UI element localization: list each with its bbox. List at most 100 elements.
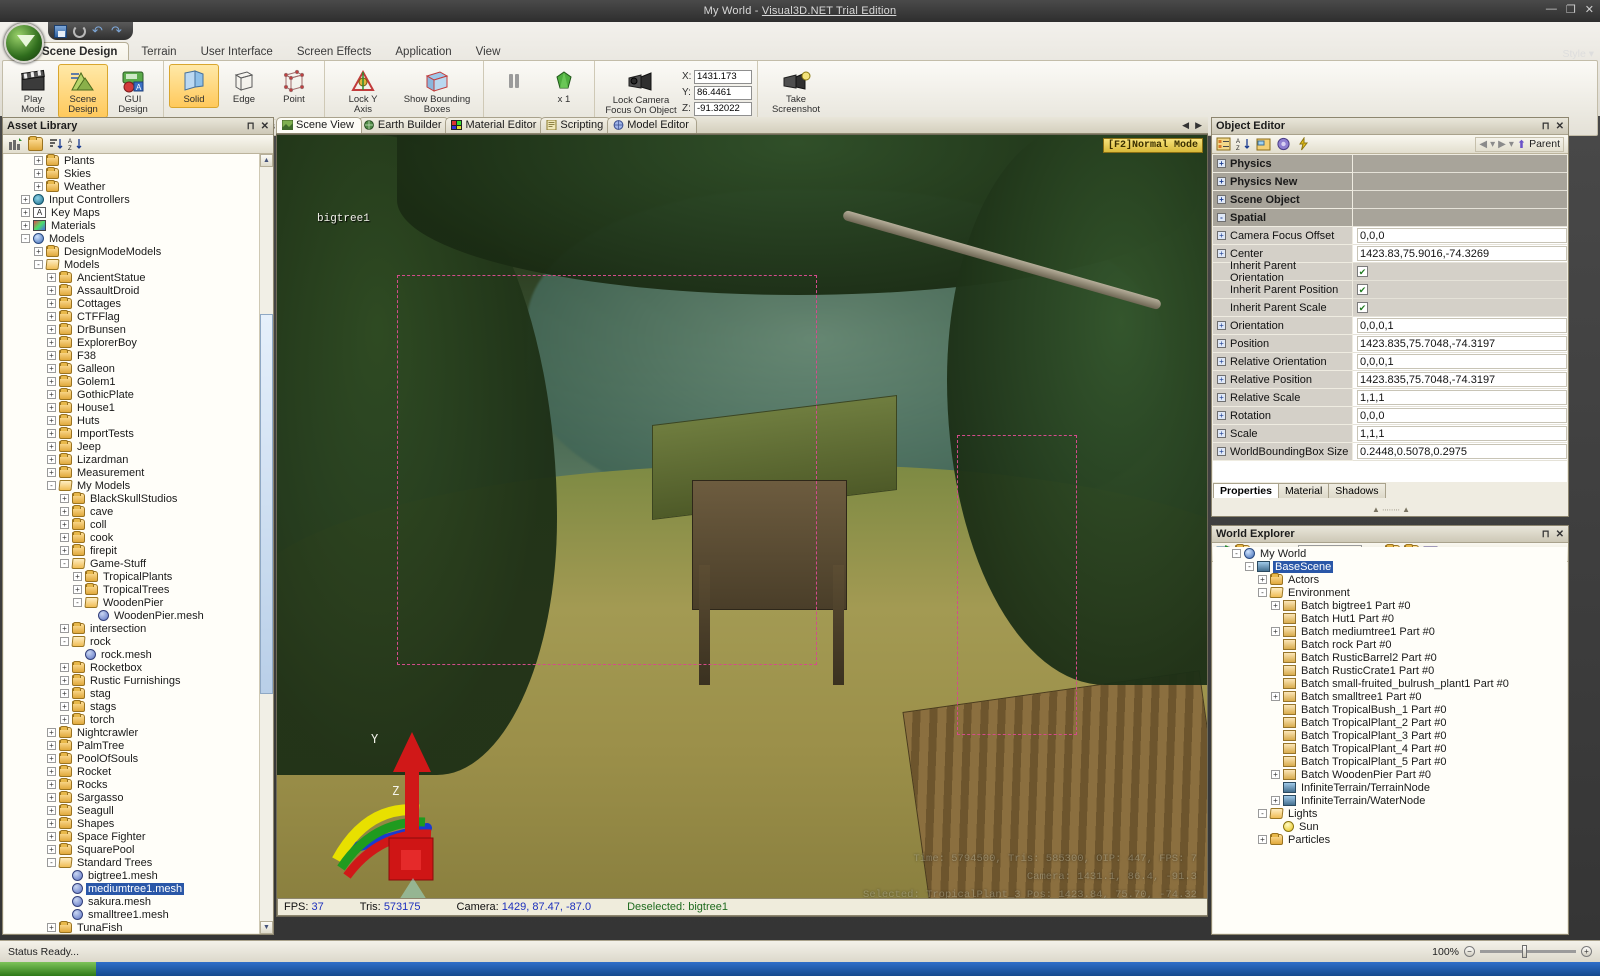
tree-item[interactable]: + Weather — [4, 180, 272, 193]
expander-icon[interactable]: + — [47, 273, 56, 282]
expander-icon[interactable]: + — [1217, 195, 1226, 204]
tab-scene-view[interactable]: Scene View — [276, 117, 362, 133]
property-value-input[interactable]: 1423.835,75.7048,-74.3197 — [1357, 372, 1567, 387]
import-asset-icon[interactable] — [8, 137, 23, 151]
zoom-out-button[interactable]: − — [1464, 946, 1475, 957]
tree-item[interactable]: - rock — [4, 635, 272, 648]
expander-icon[interactable]: - — [1258, 588, 1267, 597]
property-value-input[interactable]: 0,0,0,1 — [1357, 318, 1567, 333]
render-edge-button[interactable]: Edge — [219, 64, 269, 108]
property-value-input[interactable]: 1,1,1 — [1357, 390, 1567, 405]
expander-icon[interactable]: + — [47, 728, 56, 737]
property-row[interactable]: + Camera Focus Offset 0,0,0 — [1213, 227, 1567, 245]
close-button[interactable]: ✕ — [1585, 3, 1594, 16]
expander-icon[interactable]: - — [34, 260, 43, 269]
pin-icon[interactable]: ⊓ — [247, 121, 255, 132]
tree-item[interactable]: + Batch WoodenPier Part #0 — [1213, 768, 1567, 781]
nav-forward-button[interactable]: ▶ — [1498, 139, 1506, 150]
expander-icon[interactable]: + — [47, 390, 56, 399]
expander-icon[interactable]: + — [1217, 159, 1226, 168]
expander-icon[interactable]: + — [60, 507, 69, 516]
property-row[interactable]: + Relative Position 1423.835,75.7048,-74.3… — [1213, 371, 1567, 389]
tree-item[interactable]: + A Key Maps — [4, 206, 272, 219]
expander-icon[interactable]: + — [47, 741, 56, 750]
expander-icon[interactable]: + — [47, 819, 56, 828]
tree-item[interactable]: + ImportTests — [4, 427, 272, 440]
tree-item[interactable]: + Huts — [4, 414, 272, 427]
property-row[interactable]: + Scene Object — [1213, 191, 1567, 209]
expander-icon[interactable]: + — [1217, 375, 1226, 384]
tree-item[interactable]: + House1 — [4, 401, 272, 414]
expander-icon[interactable]: + — [47, 806, 56, 815]
tree-item[interactable]: + coll — [4, 518, 272, 531]
expander-icon[interactable]: - — [73, 598, 82, 607]
style-menu-button[interactable]: Style ▾ — [1562, 48, 1594, 60]
camera-y-input[interactable] — [694, 85, 752, 100]
expander-icon[interactable]: - — [60, 559, 69, 568]
expander-icon[interactable]: + — [34, 182, 43, 191]
expander-icon[interactable]: + — [47, 754, 56, 763]
tree-item[interactable]: + Actors — [1213, 573, 1567, 586]
asset-library-tree[interactable]: + Plants + Skies + Weather + Input Controllers +… — [4, 154, 272, 933]
pause-button[interactable] — [489, 64, 539, 98]
tree-item[interactable]: + TunaFish — [4, 921, 272, 933]
tree-item[interactable]: + firepit — [4, 544, 272, 557]
property-row[interactable]: + Orientation 0,0,0,1 — [1213, 317, 1567, 335]
tab-material-editor[interactable]: Material Editor — [445, 117, 545, 133]
property-value-cell[interactable]: 1,1,1 — [1353, 389, 1567, 407]
tree-item[interactable]: Batch TropicalPlant_4 Part #0 — [1213, 742, 1567, 755]
property-row[interactable]: + Rotation 0,0,0 — [1213, 407, 1567, 425]
start-button[interactable] — [0, 962, 96, 976]
redo-icon[interactable]: ↷ — [111, 24, 124, 38]
play-mode-button[interactable]: Play Mode — [8, 64, 58, 118]
sort-order-icon[interactable] — [48, 137, 63, 151]
property-value-input[interactable]: 0,0,0 — [1357, 228, 1567, 243]
expander-icon[interactable]: - — [47, 481, 56, 490]
tree-item[interactable]: InfiniteTerrain/TerrainNode — [1213, 781, 1567, 794]
property-value-cell[interactable]: 1423.83,75.9016,-74.3269 — [1353, 245, 1567, 263]
scroll-down-arrow[interactable]: ▼ — [260, 921, 273, 934]
tab-earth-builder[interactable]: Earth Builder — [357, 117, 450, 133]
close-icon[interactable]: ✕ — [1556, 529, 1564, 540]
property-row[interactable]: Inherit Parent Orientation ✔ — [1213, 260, 1567, 284]
tree-item[interactable]: + Batch bigtree1 Part #0 — [1213, 599, 1567, 612]
world-explorer-tree[interactable]: - My World - BaseScene + Actors - Environment + B… — [1213, 547, 1567, 933]
render-solid-button[interactable]: Solid — [169, 64, 219, 108]
tree-item[interactable]: + cave — [4, 505, 272, 518]
tree-item[interactable]: + PalmTree — [4, 739, 272, 752]
property-value-cell[interactable]: 0,0,0,1 — [1353, 353, 1567, 371]
tab-nav-left-button[interactable]: ◀ — [1182, 120, 1189, 131]
property-value-input[interactable]: 0,0,0,1 — [1357, 354, 1567, 369]
property-value-cell[interactable]: 0.2448,0.5078,0.2975 — [1353, 443, 1567, 461]
scroll-up-arrow[interactable]: ▲ — [260, 154, 273, 167]
property-row[interactable]: + Scale 1,1,1 — [1213, 425, 1567, 443]
tree-item[interactable]: + Galleon — [4, 362, 272, 375]
property-row[interactable]: - Spatial — [1213, 209, 1567, 227]
expander-icon[interactable]: + — [34, 156, 43, 165]
expander-icon[interactable]: + — [47, 455, 56, 464]
tree-item[interactable]: Batch TropicalBush_1 Part #0 — [1213, 703, 1567, 716]
expander-icon[interactable]: + — [1217, 429, 1226, 438]
expander-icon[interactable]: + — [60, 520, 69, 529]
tree-item[interactable]: WoodenPier.mesh — [4, 609, 272, 622]
tree-item[interactable]: smalltree1.mesh — [4, 908, 272, 921]
categorized-icon[interactable] — [1216, 137, 1231, 151]
camera-x-input[interactable] — [694, 69, 752, 84]
expander-icon[interactable]: + — [60, 689, 69, 698]
tree-item[interactable]: + Lizardman — [4, 453, 272, 466]
expander-icon[interactable]: + — [47, 403, 56, 412]
tree-item[interactable]: Batch TropicalPlant_5 Part #0 — [1213, 755, 1567, 768]
tree-item[interactable]: Sun — [1213, 820, 1567, 833]
tree-item[interactable]: + Materials — [4, 219, 272, 232]
tree-item[interactable]: - WoodenPier — [4, 596, 272, 609]
tree-item[interactable]: Batch RusticBarrel2 Part #0 — [1213, 651, 1567, 664]
tree-item[interactable]: + Skies — [4, 167, 272, 180]
tree-item[interactable]: + ExplorerBoy — [4, 336, 272, 349]
property-value-cell[interactable]: ✔ — [1353, 263, 1567, 281]
expander-icon[interactable]: + — [1217, 339, 1226, 348]
expander-icon[interactable]: + — [1271, 770, 1280, 779]
tree-item[interactable]: + SquarePool — [4, 843, 272, 856]
expander-icon[interactable]: - — [1258, 809, 1267, 818]
tree-item[interactable]: + AncientStatue — [4, 271, 272, 284]
property-row[interactable]: + WorldBoundingBox Size 0.2448,0.5078,0.29… — [1213, 443, 1567, 461]
